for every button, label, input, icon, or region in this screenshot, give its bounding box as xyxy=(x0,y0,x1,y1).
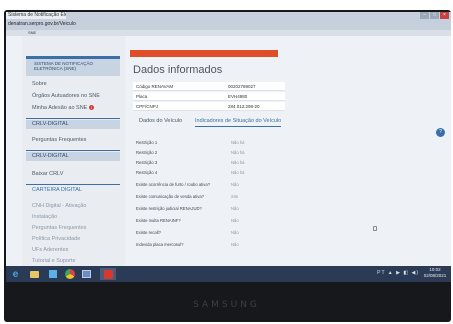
help-icon[interactable]: ? xyxy=(436,128,445,137)
divider xyxy=(26,118,120,119)
sidebar-item-perguntas[interactable]: Perguntas Frequentes xyxy=(26,136,120,145)
clock[interactable]: 10:02 02/08/2021 xyxy=(422,267,448,279)
logo-text: SISTEMA DE NOTIFICAÇÃO ELETRÔNICA (SNE) xyxy=(34,61,94,71)
sidebar-item-perguntas-2[interactable]: Perguntas Frequentes xyxy=(26,224,120,233)
tab-dados-veiculo[interactable]: Dados do Veículo xyxy=(139,116,182,126)
sidebar-item-instalacao[interactable]: Instalação xyxy=(26,213,120,222)
main-content: Dados informados Código RENAVAM 00202789… xyxy=(130,36,447,266)
info-value: EVH4980 xyxy=(228,94,248,99)
logo-accent-line xyxy=(26,56,120,59)
clock-date: 02/08/2021 xyxy=(423,273,447,278)
divider xyxy=(26,184,120,185)
indicator-value: Sim xyxy=(231,194,239,199)
indicator-key: Indevida placa mercosul? xyxy=(136,242,184,247)
tab-bar: Dados do Veículo Indicadores de Situação… xyxy=(133,116,303,128)
indicator-key: Restrição 2 xyxy=(136,150,158,155)
screen: Sistema de Notificação Eletrônica denatr… xyxy=(6,12,451,282)
indicator-value: Não xyxy=(231,218,239,223)
monitor-brand: SAMSUNG xyxy=(193,300,260,310)
indicator-value: Não há xyxy=(231,160,245,165)
image-viewer-icon[interactable] xyxy=(80,268,93,280)
indicator-key: Existe multa RENAINF? xyxy=(136,218,181,223)
indicator-value: Não xyxy=(231,242,239,247)
indicator-value: Não há xyxy=(231,140,245,145)
indicator-key: Restrição 1 xyxy=(136,140,158,145)
indicator-value: Não há xyxy=(231,150,245,155)
taskbar: e PT ▲ ▶ ◧ ◀) 10:02 02/08/2021 xyxy=(6,266,451,282)
system-short-name: SNE xyxy=(28,30,37,35)
sidebar-item-adesao[interactable]: Minha Adesão ao SNE! xyxy=(26,104,120,113)
indicator-value: Não xyxy=(231,230,239,235)
minimize-button[interactable]: – xyxy=(420,12,429,19)
system-tray[interactable]: PT ▲ ▶ ◧ ◀) xyxy=(377,270,419,276)
info-row: CPF/CNPJ 284.012.298-20 xyxy=(133,102,285,111)
chrome-icon[interactable] xyxy=(63,268,76,280)
web-page: SNE SISTEMA DE NOTIFICAÇÃO ELETRÔNICA (S… xyxy=(6,30,451,266)
close-button[interactable]: × xyxy=(440,12,449,19)
sidebar: SISTEMA DE NOTIFICAÇÃO ELETRÔNICA (SNE) … xyxy=(22,36,125,266)
sidebar-item-carteira-digital[interactable]: CARTEIRA DIGITAL xyxy=(26,186,120,195)
indicator-key: Restrição 4 xyxy=(136,170,158,175)
address-bar[interactable]: denatran.serpro.gov.br/Veiculo xyxy=(8,21,128,28)
indicator-value: Não há xyxy=(231,170,245,175)
info-key: CPF/CNPJ xyxy=(136,104,159,109)
info-row: Código RENAVAM 00202789027 xyxy=(133,82,285,91)
indicator-value: Não xyxy=(231,182,239,187)
info-row: Placa EVH4980 xyxy=(133,92,285,101)
mouse-cursor-icon xyxy=(373,226,377,231)
indicator-key: Restrição 3 xyxy=(136,160,158,165)
browser-tab[interactable]: Sistema de Notificação Eletrônica xyxy=(6,12,66,19)
ie-icon[interactable]: e xyxy=(9,268,22,280)
indicator-key: Existe recall? xyxy=(136,230,161,235)
sidebar-item-crlv-digital[interactable]: CRLV-DIGITAL xyxy=(26,152,120,161)
window-controls: – □ × xyxy=(420,12,449,20)
sidebar-item-baixar-crlv[interactable]: Baixar CRLV xyxy=(26,170,120,179)
alert-badge: ! xyxy=(89,105,95,111)
sidebar-item-tutorial[interactable]: Tutorial e Suporte xyxy=(26,257,120,266)
info-key: Placa xyxy=(136,94,148,99)
media-player-icon[interactable] xyxy=(46,268,59,280)
maximize-button[interactable]: □ xyxy=(430,12,439,19)
info-key: Código RENAVAM xyxy=(136,84,174,89)
orange-header-bar xyxy=(130,50,278,57)
folder-icon[interactable] xyxy=(28,268,41,280)
indicator-key: Existe ocorrência de furto / roubo ativa… xyxy=(136,182,211,187)
indicator-key: Existe comunicação de venda ativa? xyxy=(136,194,204,199)
sidebar-item-cnh-ativacao[interactable]: CNH Digital - Ativação xyxy=(26,202,120,211)
indicator-key: Existe restrição judicial RENAJUD? xyxy=(136,206,202,211)
pdf-reader-icon[interactable] xyxy=(100,268,116,280)
sidebar-item-label: Minha Adesão ao SNE xyxy=(32,105,88,111)
sidebar-item-sobre[interactable]: Sobre xyxy=(26,80,120,89)
info-value: 00202789027 xyxy=(228,84,256,89)
sidebar-logo: SISTEMA DE NOTIFICAÇÃO ELETRÔNICA (SNE) xyxy=(26,56,120,76)
sidebar-item-crlv-digital-section[interactable]: CRLV-DIGITAL xyxy=(26,120,120,129)
divider xyxy=(26,150,120,151)
tab-indicadores[interactable]: Indicadores de Situação do Veículo xyxy=(195,116,282,127)
sidebar-item-orgaos[interactable]: Órgãos Autuadores no SNE xyxy=(26,92,120,101)
info-value: 284.012.298-20 xyxy=(228,104,260,109)
indicator-value: Não xyxy=(231,206,239,211)
browser-chrome: Sistema de Notificação Eletrônica denatr… xyxy=(6,12,451,30)
page-title: Dados informados xyxy=(133,64,223,76)
sidebar-item-privacidade[interactable]: Política Privacidade xyxy=(26,235,120,244)
sidebar-item-ufs[interactable]: UFs Aderentes xyxy=(26,246,120,255)
